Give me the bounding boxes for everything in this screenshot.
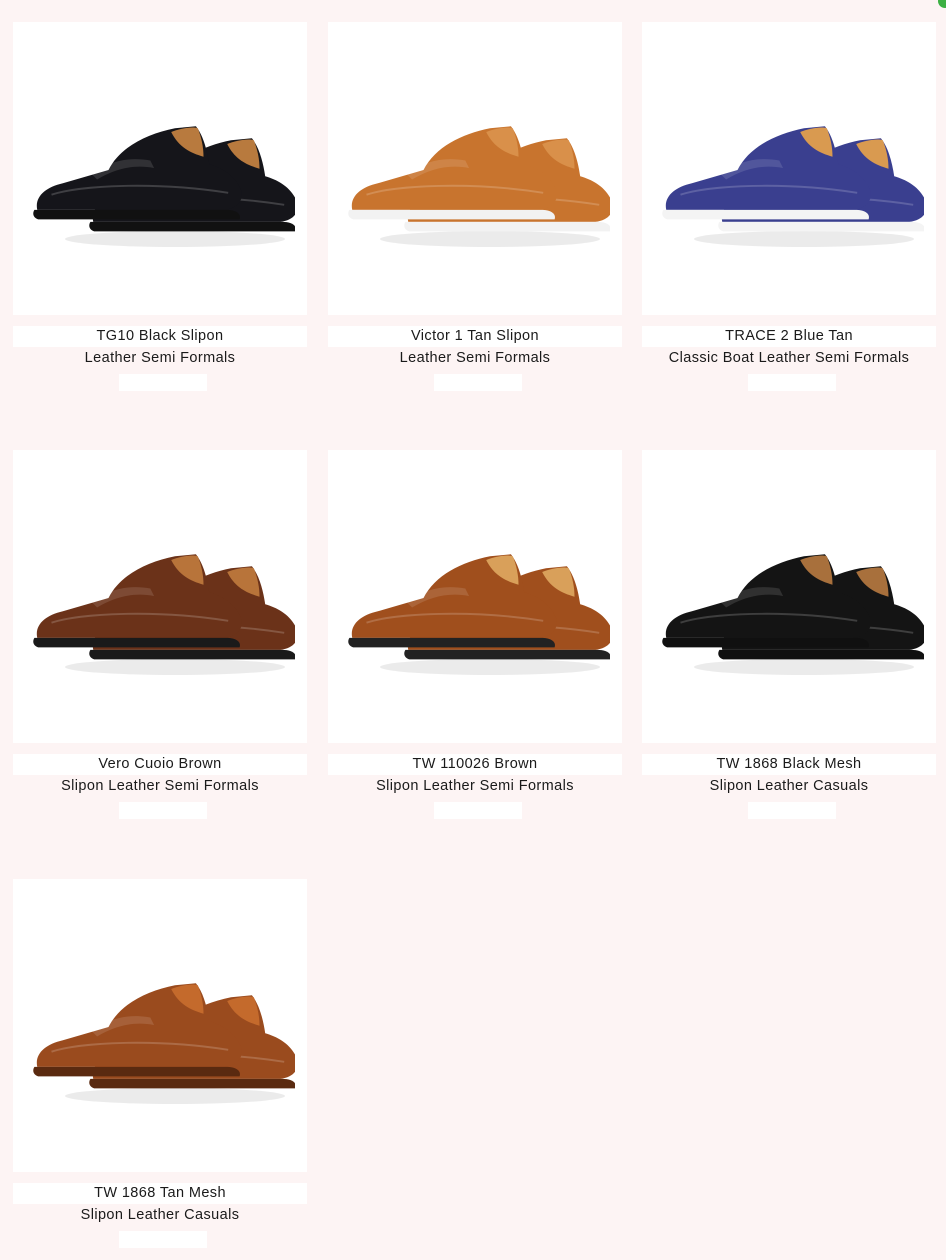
product-image[interactable]	[13, 22, 307, 315]
price-placeholder	[748, 802, 836, 819]
brown-brogue-slipon-image	[348, 553, 610, 675]
product-subtitle[interactable]: Leather Semi Formals	[3, 347, 317, 369]
product-image[interactable]	[642, 22, 936, 315]
price-placeholder	[748, 374, 836, 391]
price-placeholder	[119, 802, 207, 819]
product-image[interactable]	[13, 879, 307, 1172]
product-image[interactable]	[328, 450, 622, 743]
black-mesh-loafer-image	[662, 553, 924, 675]
tan-woven-loafer-image	[348, 125, 610, 247]
product-subtitle[interactable]: Slipon Leather Semi Formals	[318, 775, 632, 797]
product-name[interactable]: TRACE 2 Blue Tan	[642, 326, 936, 347]
product-image[interactable]	[13, 450, 307, 743]
product-name[interactable]: Victor 1 Tan Slipon	[328, 326, 622, 347]
price-placeholder	[119, 374, 207, 391]
price-placeholder	[434, 802, 522, 819]
product-image[interactable]	[328, 22, 622, 315]
product-name[interactable]: TW 1868 Black Mesh	[642, 754, 936, 775]
tan-mesh-loafer-image	[33, 982, 295, 1104]
product-name[interactable]: TG10 Black Slipon	[13, 326, 307, 347]
product-image[interactable]	[642, 450, 936, 743]
product-name[interactable]: Vero Cuoio Brown	[13, 754, 307, 775]
product-grid: TG10 Black Slipon Leather Semi Formals V…	[0, 0, 946, 1260]
brown-woven-loafer-image	[33, 553, 295, 675]
product-subtitle[interactable]: Slipon Leather Semi Formals	[3, 775, 317, 797]
product-subtitle[interactable]: Leather Semi Formals	[318, 347, 632, 369]
price-placeholder	[119, 1231, 207, 1248]
price-placeholder	[434, 374, 522, 391]
product-subtitle[interactable]: Classic Boat Leather Semi Formals	[632, 347, 946, 369]
product-subtitle[interactable]: Slipon Leather Casuals	[632, 775, 946, 797]
product-subtitle[interactable]: Slipon Leather Casuals	[3, 1204, 317, 1226]
blue-boat-shoe-image	[662, 125, 924, 247]
product-name[interactable]: TW 1868 Tan Mesh	[13, 1183, 307, 1204]
product-name[interactable]: TW 110026 Brown	[328, 754, 622, 775]
black-loafer-image	[33, 125, 295, 247]
